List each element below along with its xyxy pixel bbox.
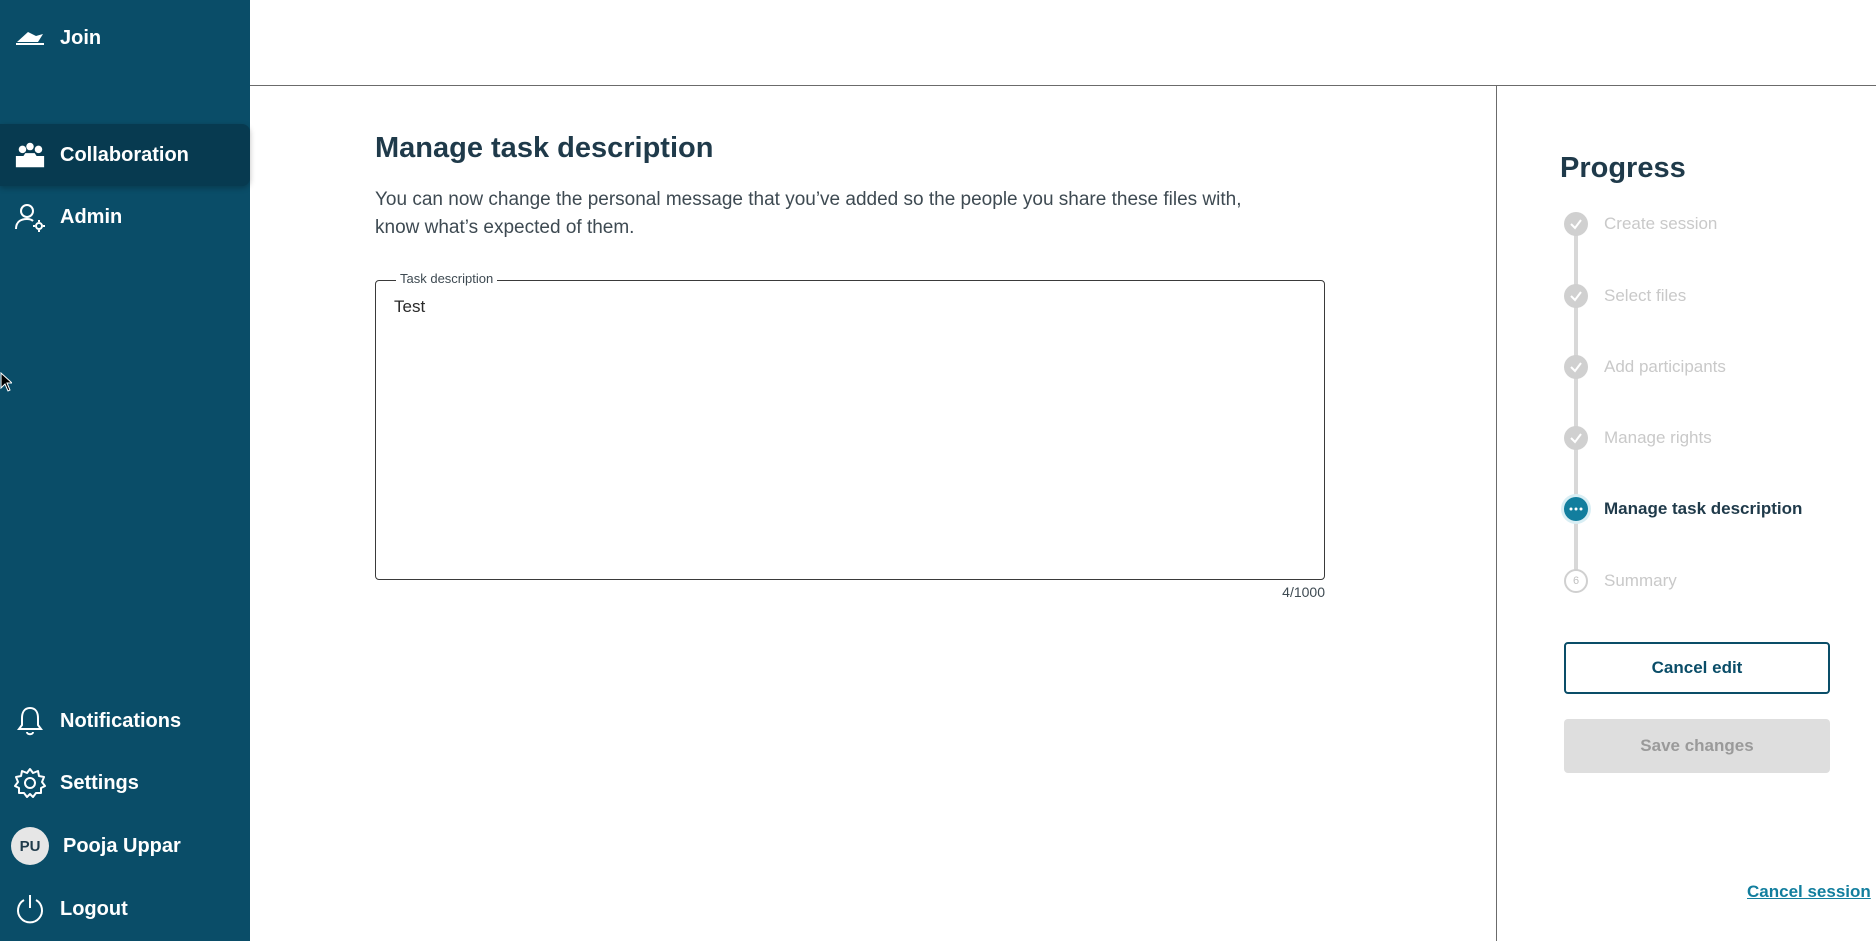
task-description-field: Task description — [375, 271, 1325, 580]
user-name: Pooja Uppar — [63, 834, 181, 857]
cancel-session-link[interactable]: Cancel session — [1747, 882, 1871, 902]
step-label: Summary — [1604, 571, 1677, 590]
step-label: Add participants — [1604, 357, 1726, 376]
task-description-label: Task description — [396, 271, 498, 286]
step-label: Select files — [1604, 286, 1687, 305]
step-create-session: Create session — [1564, 210, 1717, 238]
nav-collaboration-label: Collaboration — [60, 143, 189, 166]
nav-settings-label: Settings — [60, 771, 139, 794]
step-label: Manage task description — [1604, 499, 1803, 518]
sidebar: Join Collaboration Admin Notifications S… — [0, 0, 250, 941]
nav-admin[interactable]: Admin — [0, 186, 250, 248]
cloud-icon — [14, 22, 46, 54]
nav-collaboration[interactable]: Collaboration — [0, 124, 250, 186]
admin-user-icon — [14, 201, 46, 233]
main-content: Manage task description You can now chan… — [250, 86, 1496, 941]
cancel-edit-button[interactable]: Cancel edit — [1564, 642, 1830, 694]
step-select-files: Select files — [1564, 282, 1686, 310]
step-add-participants: Add participants — [1564, 353, 1726, 381]
power-icon — [14, 893, 46, 925]
avatar: PU — [11, 827, 49, 865]
mouse-cursor-icon — [0, 372, 12, 392]
character-counter: 4/1000 — [1282, 584, 1325, 600]
nav-join-label: Join — [60, 26, 102, 49]
task-description-textarea[interactable] — [394, 297, 1304, 557]
save-changes-button[interactable]: Save changes — [1564, 719, 1830, 773]
nav-logout[interactable]: Logout — [0, 878, 250, 940]
step-label: Manage rights — [1604, 428, 1712, 447]
step-label: Create session — [1604, 214, 1718, 233]
page-title: Manage task description — [375, 132, 714, 164]
gear-icon — [14, 767, 46, 799]
nav-notifications[interactable]: Notifications — [0, 690, 250, 752]
check-icon — [1564, 426, 1588, 450]
progress-line — [1574, 224, 1578, 582]
nav-join[interactable]: Join — [0, 7, 250, 69]
bell-icon — [14, 705, 46, 737]
page-description: You can now change the personal message … — [375, 189, 1242, 238]
check-icon — [1564, 284, 1588, 308]
nav-logout-label: Logout — [60, 897, 128, 920]
nav-user-profile[interactable]: PU Pooja Uppar — [0, 815, 250, 877]
step-manage-task-description: Manage task description — [1564, 495, 1802, 523]
progress-panel: Progress Create session Select files Add… — [1496, 86, 1876, 941]
progress-title: Progress — [1560, 152, 1686, 184]
nav-notifications-label: Notifications — [60, 709, 182, 732]
nav-admin-label: Admin — [60, 205, 123, 228]
people-icon — [14, 139, 46, 171]
check-icon — [1564, 355, 1588, 379]
step-summary: 6 Summary — [1564, 567, 1677, 595]
check-icon — [1564, 212, 1588, 236]
nav-settings[interactable]: Settings — [0, 752, 250, 814]
in-progress-icon — [1564, 497, 1588, 521]
step-number: 6 — [1564, 569, 1588, 593]
step-manage-rights: Manage rights — [1564, 424, 1712, 452]
top-bar — [250, 0, 1876, 86]
